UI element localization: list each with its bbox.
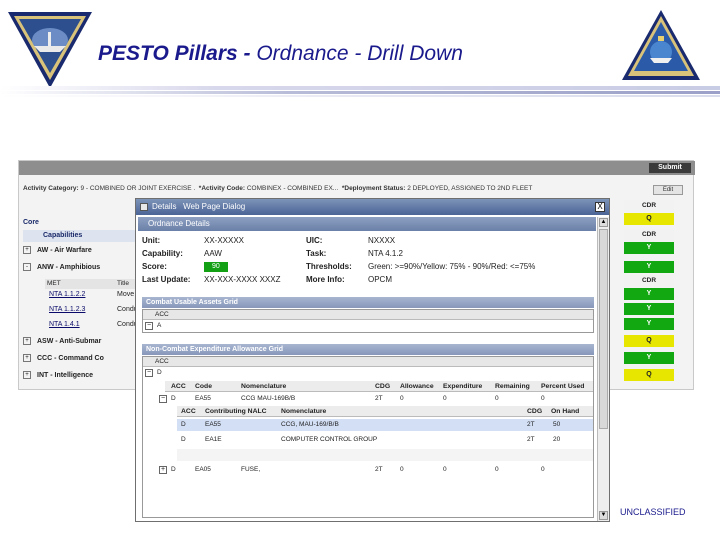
subtable-spacer (177, 449, 593, 461)
dialog-titlebar[interactable]: Details Web Page Dialog X (136, 199, 609, 215)
table-row[interactable]: D EA05 FUSE, 2T 0 0 0 0 (165, 464, 593, 476)
thresholds-field: Thresholds: Green: >=90%/Yellow: 75% - 90… (306, 262, 536, 271)
scroll-up-arrow-icon[interactable]: ▲ (599, 218, 608, 227)
task-field: Task: NTA 4.1.2 (306, 249, 403, 258)
scroll-thumb[interactable] (599, 229, 608, 429)
status-cell[interactable]: Y (624, 261, 674, 273)
capability-row-aw[interactable]: + AW - Air Warfare (23, 245, 135, 257)
met-row[interactable]: NTA 1.1.2.2 Move (49, 289, 135, 301)
ordnance-details-dialog: Details Web Page Dialog X Ordnance Detai… (135, 198, 610, 522)
grid-cell: D (157, 369, 162, 376)
combat-assets-grid-header: Combat Usable Assets Grid (142, 297, 594, 308)
header-rule (0, 91, 720, 94)
score-field: Score: 90 (142, 261, 228, 273)
met-table-header: MET Title (45, 279, 135, 289)
slide: PESTO Pillars - Ordnance - Drill Down Su… (0, 0, 720, 540)
dialog-body: Ordnance Details Unit: XX-XXXXX Capabilit… (138, 217, 596, 521)
ordnance-details-header: Ordnance Details (138, 217, 596, 231)
noncombat-grid: ACC − D ACC Code Nomenclature CDG Allowa… (142, 356, 594, 518)
header-rule (0, 86, 720, 90)
capability-row-ccc[interactable]: + CCC - Command Co (23, 353, 135, 365)
met-row[interactable]: NTA 1.4.1Condu (49, 319, 135, 331)
naval-emblem-logo (8, 12, 92, 88)
grid-column-header: ACC (143, 310, 593, 320)
ordnance-table-header: ACC Code Nomenclature CDG Allowance Expe… (165, 381, 593, 392)
table-row[interactable]: D EA1E COMPUTER CONTROL GROUP 2T 20 (177, 434, 593, 446)
status-cell[interactable]: Q (624, 213, 674, 225)
capabilities-header: Capabilities (23, 230, 135, 242)
noncombat-grid-header: Non-Combat Expenditure Allowance Grid (142, 344, 594, 355)
combat-assets-grid: ACC − A (142, 309, 594, 333)
capability-field: Capability: AAW (142, 249, 222, 258)
submit-button[interactable]: Submit (649, 163, 691, 173)
table-row[interactable]: D EA55 CCG, MAU-169/B/B 2T 50 (177, 419, 593, 431)
score-badge: 90 (204, 261, 228, 272)
window-icon (140, 202, 148, 211)
status-cell[interactable]: Y (624, 288, 674, 300)
collapse-icon[interactable]: - (23, 263, 31, 272)
status-cell[interactable]: Q (624, 335, 674, 347)
status-cell[interactable]: Y (624, 242, 674, 254)
status-cell: CDR (624, 200, 674, 212)
status-cell[interactable]: Y (624, 318, 674, 330)
edit-button[interactable]: Edit (653, 185, 683, 195)
uic-field: UIC: NXXXX (306, 236, 396, 245)
nalc-subtable-header: ACC Contributing NALC Nomenclature CDG O… (177, 406, 593, 417)
collapse-icon[interactable]: − (145, 369, 153, 377)
last-update-field: Last Update: XX-XXX-XXXX XXXZ (142, 275, 281, 284)
header-rule (0, 95, 720, 97)
core-label: Core (23, 219, 39, 226)
activity-info-bar: Activity Category: 9 - COMBINED OR JOINT… (23, 185, 533, 192)
expand-icon[interactable]: + (23, 354, 31, 363)
status-cell: CDR (624, 275, 674, 287)
unit-field: Unit: XX-XXXXX (142, 236, 245, 245)
met-row[interactable]: NTA 1.1.2.3Condu (49, 304, 135, 316)
scroll-down-arrow-icon[interactable]: ▼ (599, 511, 608, 520)
capability-row-asw[interactable]: + ASW - Anti-Submar (23, 336, 135, 348)
navy-command-emblem-logo (622, 10, 700, 80)
table-row[interactable]: D EA55 CCG MAU-169B/B 2T 0 0 0 0 (165, 393, 593, 405)
status-cell: CDR (624, 229, 674, 241)
more-info-field: More Info: OPCM (306, 275, 392, 284)
close-icon[interactable]: X (595, 202, 605, 212)
grid-column-header: ACC (143, 357, 593, 367)
capability-row-int[interactable]: + INT - Intelligence (23, 370, 135, 382)
dialog-scrollbar[interactable]: ▲ ▼ (597, 217, 609, 521)
grid-cell: A (157, 322, 162, 329)
capability-row-anw[interactable]: - ANW - Amphibious (23, 262, 135, 274)
expand-icon[interactable]: + (23, 337, 31, 346)
status-cell[interactable]: Y (624, 303, 674, 315)
expand-icon[interactable]: + (23, 246, 31, 255)
collapse-icon[interactable]: − (145, 322, 153, 330)
slide-title: PESTO Pillars - Ordnance - Drill Down (98, 42, 463, 65)
classification-label: UNCLASSIFIED (620, 507, 686, 517)
status-cell[interactable]: Q (624, 369, 674, 381)
app-toolbar: Submit (19, 161, 695, 175)
status-cell[interactable]: Y (624, 352, 674, 364)
expand-icon[interactable]: + (23, 371, 31, 380)
